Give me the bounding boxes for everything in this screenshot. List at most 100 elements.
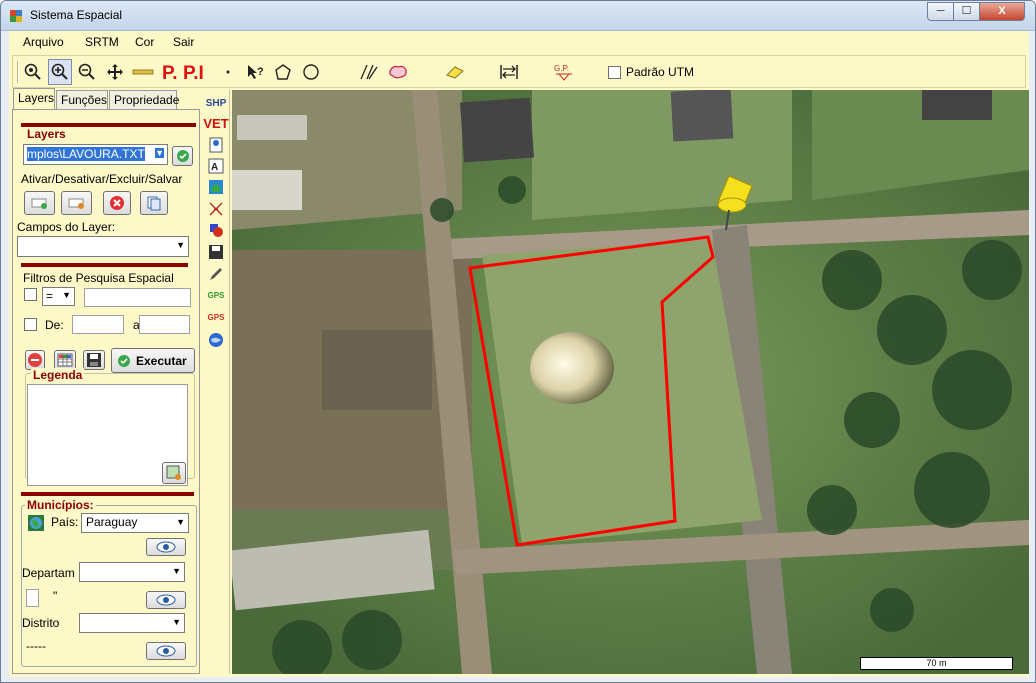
layer-actions-label: Ativar/Desativar/Excluir/Salvar (21, 172, 183, 186)
eye-icon (156, 541, 176, 553)
deactivate-layer-button[interactable] (61, 191, 92, 215)
map-icon[interactable] (205, 178, 227, 196)
circle-icon[interactable] (299, 59, 323, 85)
shp-icon[interactable]: SHP (205, 94, 227, 112)
distrito-label: Distrito (22, 616, 60, 630)
activate-layer-button[interactable] (24, 191, 55, 215)
departam-select[interactable]: ▼ (79, 562, 185, 582)
gps-red-icon[interactable]: GPS (205, 308, 227, 326)
table-button[interactable] (54, 350, 76, 370)
check-icon (176, 150, 189, 162)
polyline-icon[interactable] (357, 59, 381, 85)
text-icon[interactable]: A (205, 157, 227, 175)
split-icon[interactable] (205, 200, 227, 218)
toolbar: P. P.I ? G.P. Padrão UTM (12, 55, 1026, 88)
legend-edit-button[interactable] (162, 462, 186, 484)
eraser-icon[interactable] (443, 59, 467, 85)
layer-select-value: mplos\LAVOURA.TXT (27, 147, 145, 161)
operator-select[interactable]: = ▼ (42, 287, 75, 306)
distrito-view-button[interactable] (146, 642, 186, 660)
point-tools-icon[interactable]: P. P.I (161, 59, 205, 85)
menu-arquivo[interactable]: Arquivo (23, 35, 64, 49)
range-from-input[interactable] (72, 315, 124, 334)
close-button[interactable]: X (979, 2, 1025, 21)
svg-text:P.: P. (162, 63, 178, 82)
pencil-icon[interactable] (205, 265, 227, 283)
menu-sair[interactable]: Sair (173, 35, 194, 49)
pais-view-button[interactable] (146, 538, 186, 556)
user-icon[interactable] (205, 221, 227, 239)
minimize-button[interactable]: ─ (927, 2, 954, 21)
execute-button[interactable]: Executar (111, 348, 195, 373)
xml-icon[interactable] (205, 136, 227, 154)
dot-icon[interactable] (216, 59, 240, 85)
pan-icon[interactable] (103, 59, 127, 85)
menu-cor[interactable]: Cor (135, 35, 154, 49)
layers-tab-page: Layers mplos\LAVOURA.TXT ▼ Ativar/Desativ… (12, 109, 200, 674)
save-copy-icon (147, 196, 161, 211)
check-icon (118, 354, 130, 367)
identify-icon[interactable]: ? (244, 59, 268, 85)
earth-icon[interactable] (205, 331, 227, 349)
utm-checkbox[interactable] (608, 66, 621, 79)
filter-title: Filtros de Pesquisa Espacial (23, 271, 174, 285)
chevron-down-icon: ▼ (172, 566, 181, 576)
vet-icon[interactable]: VET (203, 114, 228, 132)
svg-text:G.P.: G.P. (554, 64, 569, 73)
tab-funcoes[interactable]: Funções (56, 90, 108, 110)
map-view[interactable]: 70 m (232, 90, 1029, 674)
municipios-divider (21, 492, 194, 496)
chevron-down-icon: ▼ (176, 240, 185, 250)
quote-label: " (53, 589, 58, 603)
window-title: Sistema Espacial (30, 8, 123, 22)
filter-checkbox[interactable] (24, 288, 37, 301)
fields-select[interactable]: ▼ (17, 236, 189, 257)
app-window: Sistema Espacial ─ ☐ X Arquivo SRTM Cor … (0, 0, 1036, 683)
freehand-icon[interactable] (386, 59, 410, 85)
vertical-toolbar: SHP VET A GPS GPS (202, 90, 230, 674)
zoom-in-icon[interactable] (48, 59, 72, 85)
gps-green-icon[interactable]: GPS (205, 286, 227, 304)
layer-remove-icon (68, 198, 84, 209)
gps-green-label: GPS (207, 290, 225, 300)
confirm-layer-button[interactable] (172, 146, 193, 166)
eye-icon (156, 594, 176, 606)
tab-layers[interactable]: Layers (13, 88, 55, 110)
tab-propriedade[interactable]: Propriedade (109, 90, 179, 110)
zoom-out-icon[interactable] (75, 59, 99, 85)
gp-marker-icon[interactable]: G.P. (552, 59, 576, 85)
departam-view-button[interactable] (146, 591, 186, 609)
layers-title: Layers (25, 127, 68, 141)
chevron-down-icon: ▼ (155, 148, 164, 158)
zoom-fit-icon[interactable] (21, 59, 45, 85)
layer-select[interactable]: mplos\LAVOURA.TXT ▼ (23, 144, 168, 165)
toolbar-grip (17, 61, 19, 83)
operator-value: = (46, 289, 54, 303)
menu-srtm[interactable]: SRTM (85, 35, 119, 49)
pais-value: Paraguay (86, 515, 138, 529)
floppy-icon (87, 353, 101, 367)
save-layer-button[interactable] (140, 191, 168, 215)
menu-bar: Arquivo SRTM Cor Sair (9, 31, 1029, 53)
save-icon[interactable] (205, 243, 227, 261)
polygon-icon[interactable] (271, 59, 295, 85)
satellite-map[interactable] (232, 90, 1029, 674)
range-checkbox[interactable] (24, 318, 37, 331)
fit-width-icon[interactable] (497, 59, 521, 85)
filter-value-input[interactable] (84, 288, 191, 307)
save-filter-button[interactable] (83, 350, 105, 370)
measure-icon[interactable] (131, 59, 155, 85)
clear-filter-button[interactable] (25, 350, 45, 370)
pais-select[interactable]: Paraguay ▼ (81, 513, 189, 533)
municipios-title: Municípios: (25, 498, 96, 512)
distrito-select[interactable]: ▼ (79, 613, 185, 633)
maximize-button[interactable]: ☐ (953, 2, 980, 21)
minus-circle-icon (28, 353, 42, 367)
departam-code-input[interactable] (26, 589, 39, 607)
app-icon (10, 10, 22, 22)
left-panel: Layers Funções Propriedade Layers mplos\… (12, 88, 200, 674)
chevron-down-icon: ▼ (172, 617, 181, 627)
range-to-input[interactable] (139, 315, 190, 334)
delete-layer-button[interactable] (103, 191, 131, 215)
fields-label: Campos do Layer: (17, 220, 116, 234)
